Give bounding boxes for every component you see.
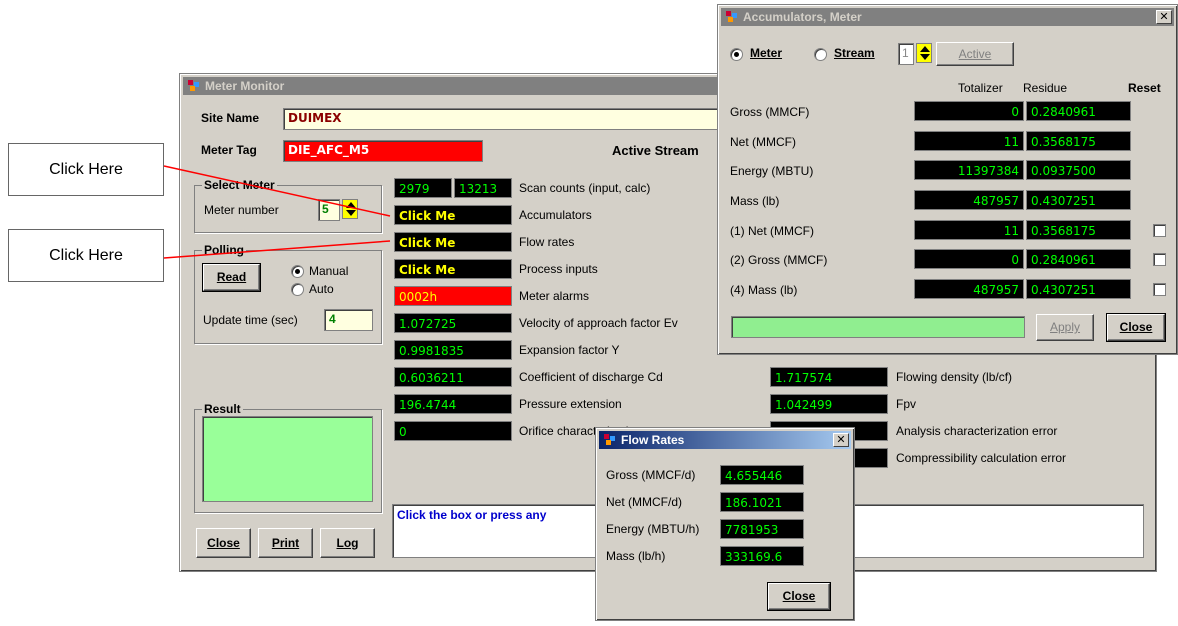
meter-radio[interactable] [730,48,743,61]
acc-row-label: Mass (lb) [730,194,780,208]
acc-residue-value: 0.2840961 [1026,249,1131,269]
flow-mass-value: 333169.6 [720,546,804,566]
acc-residue-value: 0.4307251 [1026,279,1131,299]
reset-checkbox[interactable] [1153,224,1166,237]
acc-row-label: (4) Mass (lb) [730,283,798,297]
accumulators-progress-bar [731,316,1025,338]
acc-totalizer-value: 11397384 [914,160,1024,180]
reset-checkbox[interactable] [1153,283,1166,296]
stream-number-field[interactable]: 1 [898,43,914,65]
accumulators-titlebar: Accumulators, Meter ✕ [721,8,1174,26]
acc-residue-value: 0.4307251 [1026,190,1131,210]
callout-line-top [163,165,391,217]
flow-mass-label: Mass (lb/h) [606,549,666,563]
stream-spinner[interactable] [916,43,932,63]
acc-totalizer-value: 0 [914,101,1024,121]
flow-net-label: Net (MMCF/d) [606,495,682,509]
close-icon[interactable]: ✕ [833,433,849,447]
stream-radio[interactable] [814,48,827,61]
accumulators-close-button[interactable]: Close [1106,313,1166,342]
flow-gross-value: 4.655446 [720,465,804,485]
callout-line-bottom [163,240,391,259]
reset-checkbox[interactable] [1153,253,1166,266]
acc-totalizer-value: 11 [914,131,1024,151]
acc-totalizer-value: 487957 [914,190,1024,210]
apply-button[interactable]: Apply [1036,314,1094,341]
acc-row-label: Gross (MMCF) [730,105,810,119]
active-button[interactable]: Active [936,42,1014,66]
totalizer-column-header: Totalizer [958,81,1003,95]
acc-row-label: Energy (MBTU) [730,164,814,178]
flow-energy-label: Energy (MBTU/h) [606,522,700,536]
app-icon [726,11,737,22]
acc-residue-value: 0.3568175 [1026,131,1131,151]
acc-residue-value: 0.3568175 [1026,220,1131,240]
residue-column-header: Residue [1023,81,1068,95]
spin-up-icon[interactable] [920,46,930,52]
app-icon [604,434,615,445]
acc-totalizer-value: 11 [914,220,1024,240]
flow-rates-titlebar: Flow Rates ✕ [599,431,851,449]
flow-rates-title: Flow Rates [621,433,685,447]
acc-row-label: (1) Net (MMCF) [730,224,814,238]
flow-gross-label: Gross (MMCF/d) [606,468,696,482]
acc-totalizer-value: 487957 [914,279,1024,299]
acc-residue-value: 0.2840961 [1026,101,1131,121]
flow-energy-value: 7781953 [720,519,804,539]
flow-rates-window: Flow Rates ✕ Gross (MMCF/d) 4.655446 Net… [595,427,855,621]
accumulators-window: Accumulators, Meter ✕ Meter Stream 1 Act… [717,4,1178,355]
meter-radio-label[interactable]: Meter [750,46,782,60]
acc-totalizer-value: 0 [914,249,1024,269]
reset-column-header: Reset [1128,81,1161,95]
acc-row-label: (2) Gross (MMCF) [730,253,828,267]
stream-radio-label[interactable]: Stream [834,46,875,60]
flow-net-value: 186.1021 [720,492,804,512]
acc-residue-value: 0.0937500 [1026,160,1131,180]
accumulators-title: Accumulators, Meter [743,10,862,24]
acc-row-label: Net (MMCF) [730,135,796,149]
spin-down-icon[interactable] [920,54,930,60]
flow-rates-close-button[interactable]: Close [767,582,831,611]
close-icon[interactable]: ✕ [1156,10,1172,24]
